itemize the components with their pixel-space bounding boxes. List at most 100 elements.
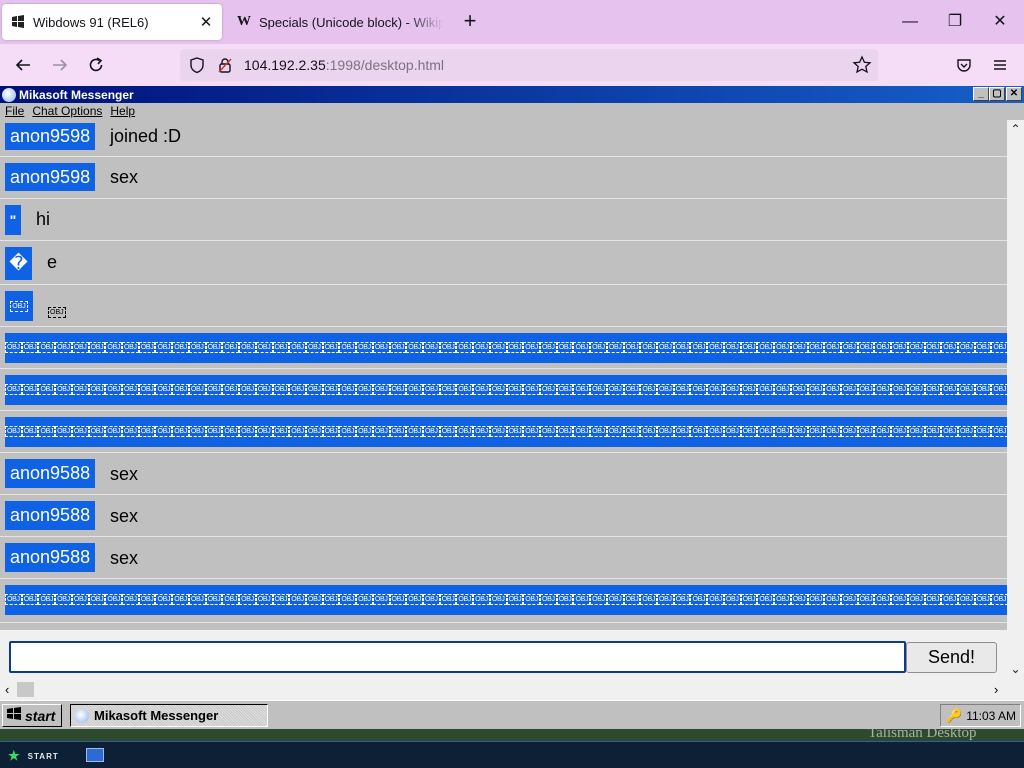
obj-glyph-icon: OBJ xyxy=(840,426,858,437)
obj-glyph-icon: OBJ xyxy=(606,594,624,605)
obj-glyph-icon: OBJ xyxy=(774,342,791,353)
obj-glyph-icon: OBJ xyxy=(172,342,189,353)
obj-glyph-icon: OBJ xyxy=(389,594,407,605)
start-button[interactable]: start xyxy=(2,704,62,727)
tab-wikipedia[interactable]: W Specials (Unicode block) - Wikipedia xyxy=(228,4,452,40)
shield-icon[interactable] xyxy=(188,56,206,79)
horizontal-scrollbar[interactable]: ‹ › xyxy=(0,680,1024,700)
obj-glyph-icon: OBJ xyxy=(874,426,892,437)
chat-message: anon9598 sex xyxy=(0,157,1007,199)
obj-glyph-icon: OBJ xyxy=(105,342,123,353)
taskbar-item-messenger[interactable]: Mikasoft Messenger xyxy=(70,704,268,727)
reload-icon[interactable] xyxy=(83,52,109,78)
obj-glyph-icon: OBJ xyxy=(740,594,758,605)
back-icon[interactable] xyxy=(10,52,36,78)
obj-glyph-icon: OBJ xyxy=(138,594,156,605)
obj-glyph-icon: OBJ xyxy=(857,384,875,395)
minimize-icon[interactable]: — xyxy=(890,8,930,36)
obj-glyph-icon: OBJ xyxy=(339,426,357,437)
obj-glyph-icon: OBJ xyxy=(289,384,306,395)
message-input[interactable] xyxy=(9,641,906,673)
obj-glyph-icon: OBJ xyxy=(891,426,908,437)
menu-chat-options[interactable]: Chat Options xyxy=(32,104,102,121)
obj-glyph-icon: OBJ xyxy=(590,426,607,437)
message-text: sex xyxy=(110,167,139,187)
obj-glyph-icon: OBJ xyxy=(439,342,457,353)
chat-message: anon9588 sex xyxy=(0,453,1007,495)
obj-glyph-icon: OBJ xyxy=(941,384,958,395)
obj-glyph-icon: OBJ xyxy=(690,384,708,395)
scroll-down-icon[interactable]: ⌄ xyxy=(1009,662,1022,676)
obj-glyph-icon: OBJ xyxy=(138,384,156,395)
obj-spam-bar: OBJ OBJ OBJ OBJ OBJ OBJ OBJ OBJ OBJ OBJ OBJ OBJ OBJ O… xyxy=(5,333,1007,363)
scrollbar-thumb[interactable] xyxy=(17,682,34,697)
address-bar[interactable]: 104.192.2.35:1998/desktop.html xyxy=(180,49,878,81)
obj-glyph-icon: OBJ xyxy=(439,594,457,605)
obj-glyph-icon: OBJ xyxy=(957,426,975,437)
obj-glyph-icon: OBJ xyxy=(389,426,407,437)
tab-wibdows[interactable]: Wibdows 91 (REL6) ✕ xyxy=(2,4,222,40)
host-window-icon[interactable] xyxy=(86,748,104,762)
lock-icon[interactable] xyxy=(216,56,234,79)
close-window-icon[interactable]: ✕ xyxy=(980,8,1020,36)
obj-glyph-icon: OBJ xyxy=(957,384,975,395)
menu-help[interactable]: Help xyxy=(110,104,135,121)
obj-glyph-icon: OBJ xyxy=(456,426,474,437)
message-text: sex xyxy=(110,506,139,526)
obj-glyph-icon: OBJ xyxy=(489,342,507,353)
chat-message: " hi xyxy=(0,199,1007,241)
scroll-up-icon[interactable]: ⌃ xyxy=(1009,122,1022,136)
obj-glyph-icon: OBJ xyxy=(824,594,841,605)
obj-glyph-icon: OBJ xyxy=(690,594,708,605)
forward-icon[interactable] xyxy=(47,52,73,78)
chat-vertical-scrollbar[interactable]: ⌃ ⌄ xyxy=(1007,120,1024,680)
obj-glyph-icon: OBJ xyxy=(640,384,658,395)
obj-glyph-icon: OBJ xyxy=(941,594,958,605)
menu-icon[interactable] xyxy=(987,52,1013,78)
obj-glyph-icon: OBJ xyxy=(38,594,56,605)
obj-glyph-icon: OBJ xyxy=(907,384,925,395)
menu-file[interactable]: File xyxy=(5,104,24,121)
scroll-right-icon[interactable]: › xyxy=(994,682,998,697)
obj-glyph-icon: OBJ xyxy=(807,342,825,353)
obj-glyph-icon: OBJ xyxy=(473,342,490,353)
obj-glyph-icon: OBJ xyxy=(10,300,28,312)
obj-glyph-icon: OBJ xyxy=(573,342,591,353)
obj-glyph-icon: OBJ xyxy=(205,426,223,437)
star-icon[interactable] xyxy=(852,55,872,80)
obj-glyph-icon: OBJ xyxy=(506,342,524,353)
restore-icon[interactable]: ❐ xyxy=(935,8,975,36)
window-minimize-button[interactable]: _ xyxy=(973,87,989,101)
chat-message: anon9588 sex xyxy=(0,495,1007,537)
scroll-left-icon[interactable]: ‹ xyxy=(5,682,9,697)
send-button[interactable]: Send! xyxy=(906,642,997,673)
obj-glyph-icon: OBJ xyxy=(205,594,223,605)
obj-glyph-icon: OBJ xyxy=(807,384,825,395)
window-titlebar[interactable]: Mikasoft Messenger _ ▢ ✕ xyxy=(0,86,1024,103)
obj-glyph-icon: OBJ xyxy=(540,426,557,437)
chat-log[interactable]: anon9598 joined :D anon9598 sex " hi � e… xyxy=(0,120,1007,630)
obj-glyph-icon: OBJ xyxy=(71,384,89,395)
close-tab-icon[interactable]: ✕ xyxy=(198,13,214,31)
obj-glyph-icon: OBJ xyxy=(339,342,357,353)
window-maximize-button[interactable]: ▢ xyxy=(989,87,1005,101)
message-username: anon9598 xyxy=(5,123,96,150)
obj-glyph-icon: OBJ xyxy=(305,594,323,605)
new-tab-plus-icon[interactable]: + xyxy=(458,10,482,34)
obj-glyph-icon: OBJ xyxy=(740,384,758,395)
obj-glyph-icon: OBJ xyxy=(71,342,89,353)
window-close-button[interactable]: ✕ xyxy=(1006,87,1022,101)
obj-glyph-icon: OBJ xyxy=(222,426,240,437)
obj-glyph-icon: OBJ xyxy=(790,426,808,437)
obj-glyph-icon: OBJ xyxy=(874,342,892,353)
host-start-button[interactable]: ★ START xyxy=(8,748,59,764)
obj-glyph-icon: OBJ xyxy=(239,426,256,437)
pocket-icon[interactable] xyxy=(951,52,977,78)
chat-message: � e xyxy=(0,241,1007,285)
browser-toolbar: 104.192.2.35:1998/desktop.html xyxy=(0,44,1024,86)
obj-glyph-icon: OBJ xyxy=(255,594,273,605)
obj-glyph-icon: OBJ xyxy=(657,426,674,437)
obj-glyph-icon: OBJ xyxy=(991,594,1007,605)
host-desktop-background: Talisman Desktop xyxy=(0,729,1024,741)
key-icon[interactable]: 🔑 xyxy=(946,708,962,724)
